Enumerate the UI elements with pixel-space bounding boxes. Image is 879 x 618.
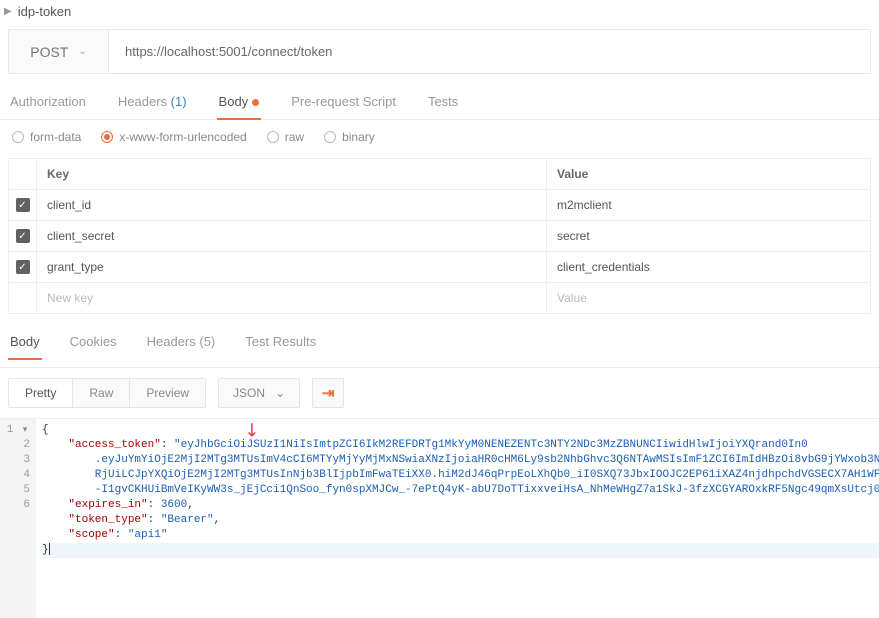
line-gutter: 1 ▾ 2 3 4 5 6	[0, 419, 36, 618]
chevron-down-icon: ⌄	[78, 46, 86, 57]
resp-tab-cookies[interactable]: Cookies	[68, 330, 119, 359]
url-input[interactable]: https://localhost:5001/connect/token	[109, 30, 870, 73]
response-body: 1 ▾ 2 3 4 5 6 { "access_token": "eyJhbGc…	[0, 418, 879, 618]
row-checkbox[interactable]: ✓	[16, 198, 30, 212]
table-row: ✓ grant_type client_credentials	[9, 251, 870, 282]
radio-urlencoded[interactable]: x-www-form-urlencoded	[101, 130, 246, 144]
radio-formdata[interactable]: form-data	[12, 130, 81, 144]
method-select[interactable]: POST ⌄	[9, 30, 109, 73]
resp-tab-body[interactable]: Body	[8, 330, 42, 359]
tab-headers[interactable]: Headers (1)	[116, 88, 189, 119]
cell-value[interactable]: secret	[547, 221, 870, 251]
table-row: ✓ client_secret secret	[9, 220, 870, 251]
method-label: POST	[30, 44, 68, 60]
column-key: Key	[37, 159, 547, 189]
new-key-input[interactable]: New key	[37, 283, 547, 313]
tab-body[interactable]: Body	[217, 88, 262, 119]
radio-binary[interactable]: binary	[324, 130, 375, 144]
tab-tests[interactable]: Tests	[426, 88, 460, 119]
view-raw[interactable]: Raw	[73, 379, 130, 407]
view-pretty[interactable]: Pretty	[9, 379, 73, 407]
resp-tab-testresults[interactable]: Test Results	[243, 330, 318, 359]
code-source[interactable]: { "access_token": "eyJhbGciOiJSUzI1NiIsI…	[36, 419, 879, 618]
tab-authorization[interactable]: Authorization	[8, 88, 88, 119]
wrap-lines-icon: ⇥	[322, 384, 335, 402]
radio-icon	[101, 131, 113, 143]
table-row: ✓ client_id m2mclient	[9, 189, 870, 220]
view-preview[interactable]: Preview	[130, 379, 205, 407]
request-title: idp-token	[18, 4, 71, 19]
format-select[interactable]: JSON ⌄	[218, 378, 300, 408]
cell-key[interactable]: client_id	[37, 190, 547, 220]
radio-icon	[324, 131, 336, 143]
row-checkbox[interactable]: ✓	[16, 229, 30, 243]
row-checkbox[interactable]: ✓	[16, 260, 30, 274]
chevron-right-icon: ▶	[4, 6, 12, 17]
table-row-new: New key Value	[9, 282, 870, 313]
resp-tab-headers[interactable]: Headers (5)	[145, 330, 218, 359]
radio-raw[interactable]: raw	[267, 130, 304, 144]
tab-prerequest[interactable]: Pre-request Script	[289, 88, 398, 119]
chevron-down-icon: ⌄	[275, 386, 285, 400]
new-value-input[interactable]: Value	[547, 283, 870, 313]
cell-value[interactable]: m2mclient	[547, 190, 870, 220]
cell-key[interactable]: client_secret	[37, 221, 547, 251]
wrap-button[interactable]: ⇥	[312, 378, 344, 408]
radio-icon	[12, 131, 24, 143]
column-value: Value	[547, 159, 870, 189]
cell-key[interactable]: grant_type	[37, 252, 547, 282]
body-modified-dot-icon	[252, 99, 259, 106]
radio-icon	[267, 131, 279, 143]
cell-value[interactable]: client_credentials	[547, 252, 870, 282]
